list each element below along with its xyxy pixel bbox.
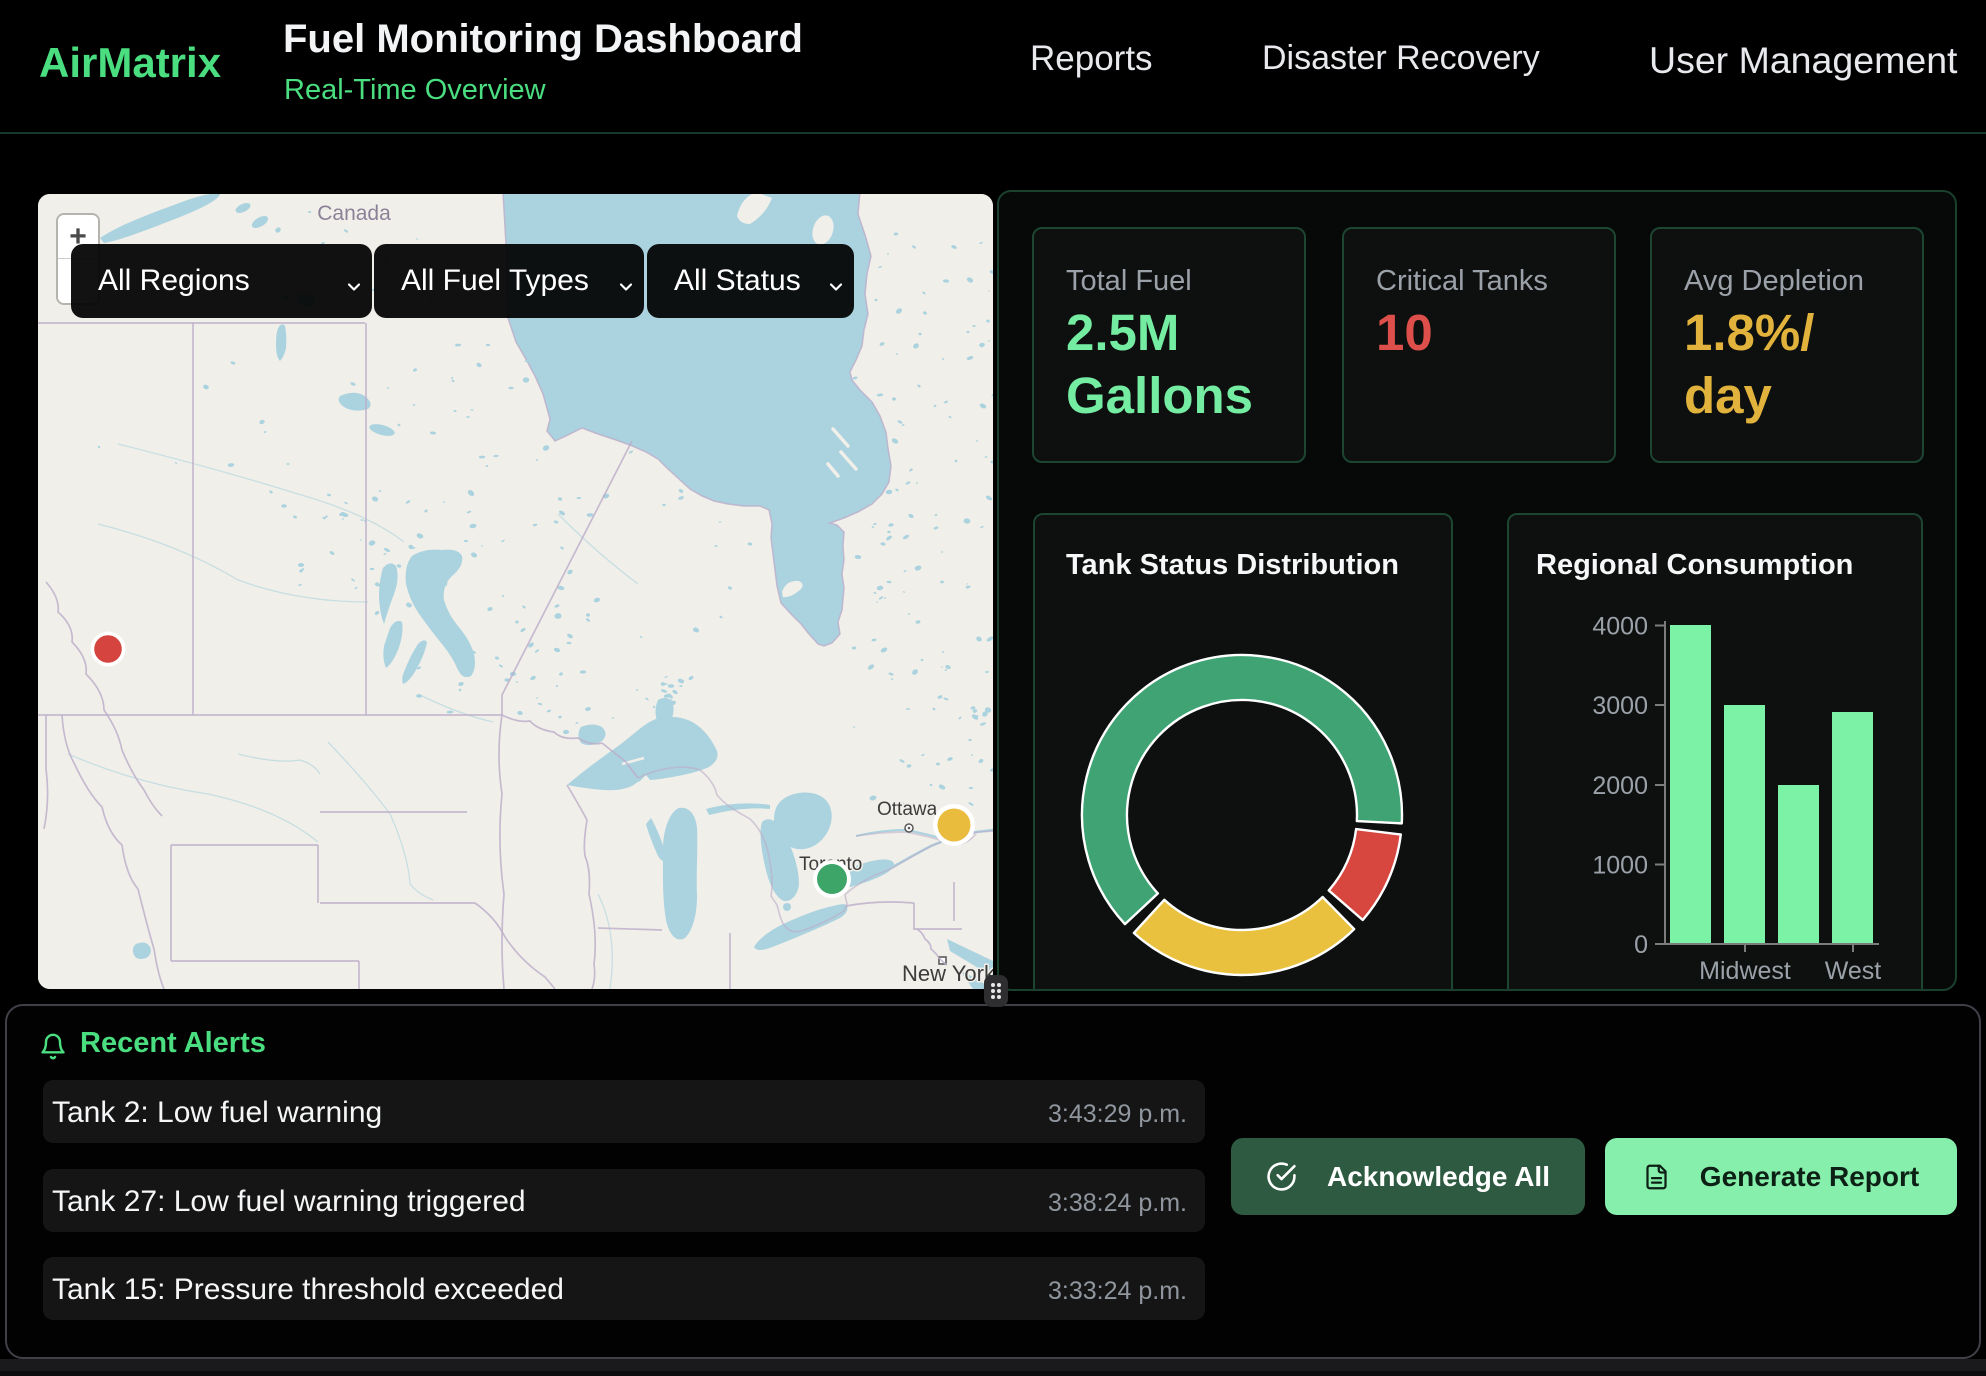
- svg-text:1000: 1000: [1592, 852, 1648, 880]
- svg-text:Canada: Canada: [317, 202, 391, 225]
- svg-text:Midwest: Midwest: [1699, 957, 1791, 985]
- svg-text:4000: 4000: [1592, 613, 1648, 641]
- svg-text:2000: 2000: [1592, 772, 1648, 800]
- svg-text:Ottawa: Ottawa: [877, 799, 938, 820]
- svg-text:New York: New York: [902, 961, 993, 986]
- svg-text:0: 0: [1634, 931, 1648, 959]
- svg-text:West: West: [1825, 957, 1882, 985]
- svg-text:3000: 3000: [1592, 692, 1648, 720]
